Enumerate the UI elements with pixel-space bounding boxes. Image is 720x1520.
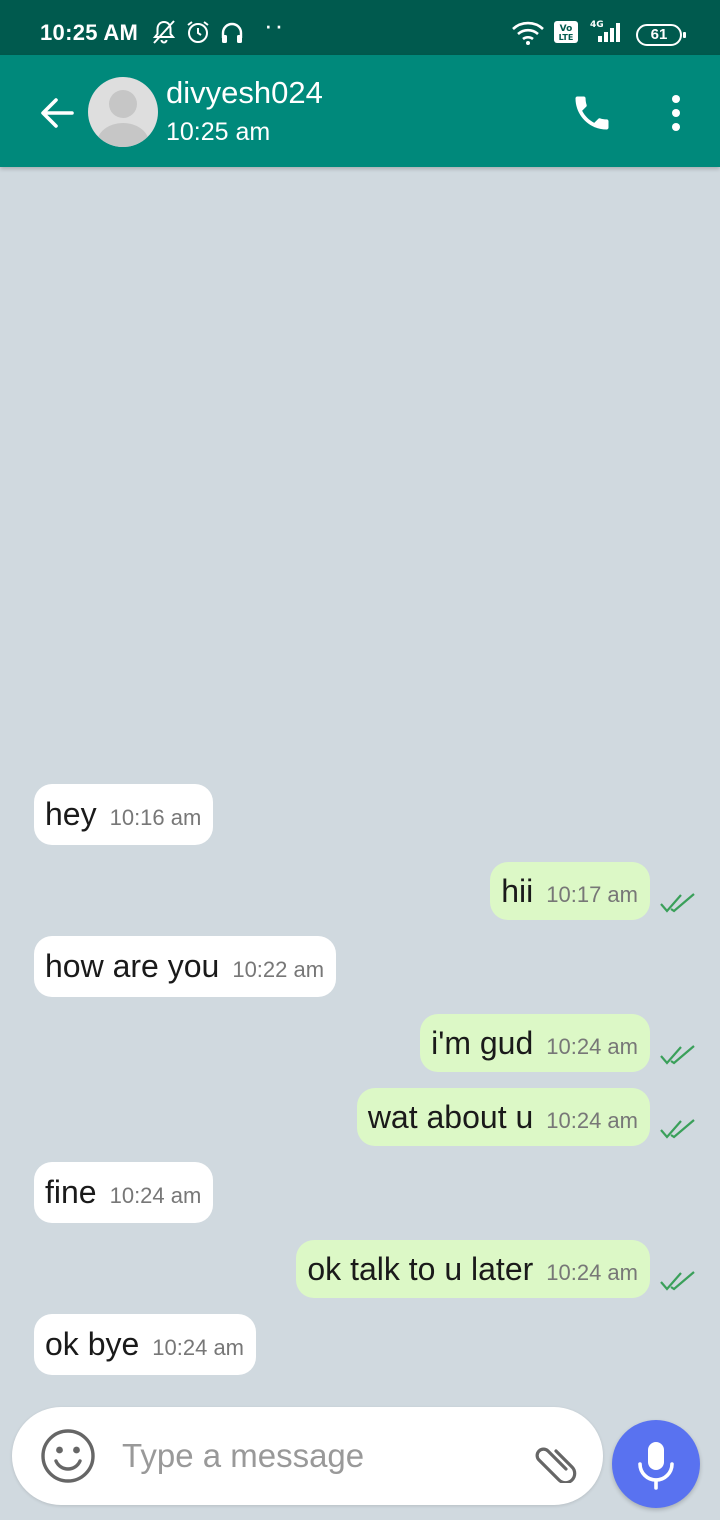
signal-4g-icon: 4G [590,20,620,42]
wifi-icon [512,21,544,45]
read-ticks-icon [660,1045,695,1065]
message-time: 10:24 am [152,1335,245,1360]
alarm-icon [187,21,209,43]
more-vert-icon[interactable] [660,91,692,135]
message-time: 10:24 am [546,1034,638,1059]
attach-icon[interactable] [532,1439,580,1483]
message-text: hey [45,796,97,832]
message-text: how are you [45,948,220,984]
message-time: 10:24 am [546,1260,638,1285]
message-text: fine [45,1174,97,1210]
read-ticks-icon [660,1119,695,1139]
read-ticks-icon [660,893,695,913]
mute-notification-icon [152,20,176,44]
phone-call-icon[interactable] [570,91,614,135]
avatar[interactable] [88,77,158,147]
read-ticks-icon [660,1271,695,1291]
status-bar: 10:25 AM ·· Vo LTE 4G 61 [0,0,720,55]
volte-icon: Vo LTE [554,21,578,43]
chat-header: divyesh024 10:25 am [0,55,720,167]
message-bubble-incoming[interactable]: fine 10:24 am [34,1162,214,1223]
emoji-icon[interactable] [40,1428,96,1484]
message-bubble-outgoing[interactable]: ok talk to u later 10:24 am [296,1240,650,1298]
message-bubble-incoming[interactable]: ok bye 10:24 am [34,1314,257,1375]
avatar-placeholder [97,90,149,147]
message-time: 10:17 am [546,882,638,907]
message-text: i'm gud [431,1025,534,1061]
message-time: 10:16 am [109,805,202,830]
message-bubble-outgoing[interactable]: hii 10:17 am [490,862,650,920]
message-bubble-incoming[interactable]: how are you 10:22 am [34,936,337,997]
message-text: ok talk to u later [307,1251,534,1287]
message-bubble-incoming[interactable]: hey 10:16 am [34,784,214,845]
message-time: 10:24 am [109,1183,202,1208]
svg-text:4G: 4G [590,20,604,30]
message-text: wat about u [367,1099,534,1135]
contact-name[interactable]: divyesh024 [166,75,323,111]
message-text: ok bye [45,1326,140,1362]
status-time: 10:25 AM [40,20,139,45]
message-time: 10:24 am [546,1108,638,1133]
headphones-icon [221,22,243,43]
mic-icon [638,1442,674,1490]
message-time: 10:22 am [232,957,325,982]
mic-button[interactable] [612,1420,700,1508]
battery-indicator: 61 [636,24,686,46]
last-seen: 10:25 am [166,118,271,146]
message-composer [12,1407,603,1505]
back-arrow-icon[interactable] [34,91,78,135]
svg-text:LTE: LTE [559,33,574,42]
message-text: hii [501,873,534,909]
more-notifications-dots: ·· [264,10,286,40]
message-bubble-outgoing[interactable]: i'm gud 10:24 am [420,1014,650,1072]
message-bubble-outgoing[interactable]: wat about u 10:24 am [356,1088,650,1146]
message-input[interactable] [122,1433,522,1479]
